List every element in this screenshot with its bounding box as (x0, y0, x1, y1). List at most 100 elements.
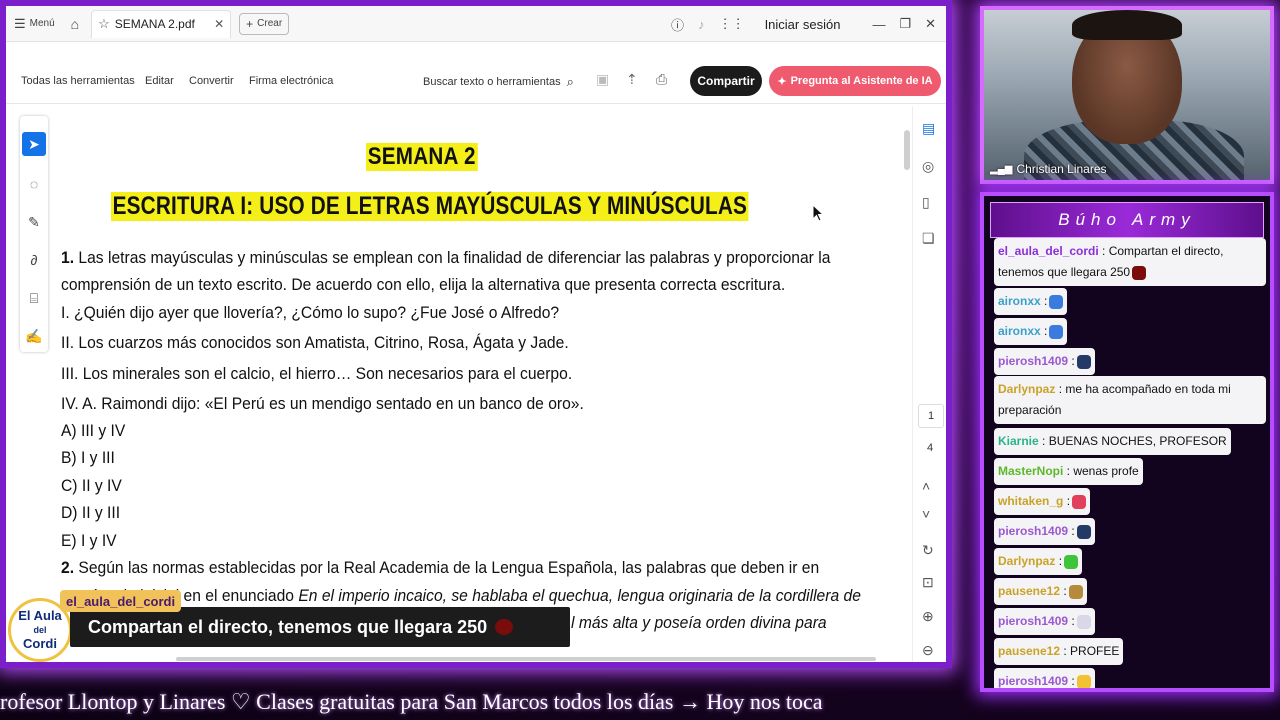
zoom-in-icon[interactable]: ⊕ (922, 608, 934, 625)
chat-message: pausene12 : PROFEE (994, 638, 1124, 665)
upload-cloud-icon[interactable]: ⇡ (626, 71, 638, 88)
chat-emote-icon (1076, 614, 1091, 629)
chat-text: : (1063, 494, 1071, 508)
chat-username[interactable]: pierosh1409 (998, 674, 1068, 688)
statement-iii: III. Los minerales son el calcio, el hie… (61, 364, 573, 383)
chat-text: : (1068, 524, 1075, 538)
chat-text: : (1040, 294, 1048, 308)
chat-text: : PROFEE (1060, 644, 1120, 658)
create-label: Crear (257, 18, 283, 29)
bell-icon[interactable]: ♪ (698, 17, 705, 32)
close-tab-icon[interactable]: ✕ (214, 17, 224, 31)
home-icon: ⌂ (70, 15, 80, 32)
horizontal-scrollbar[interactable] (176, 657, 876, 661)
help-icon[interactable]: ⓘ (671, 15, 684, 34)
pen-tool-icon[interactable]: ✎ (22, 210, 46, 234)
chat-username[interactable]: aironxx (998, 294, 1041, 308)
chat-message: aironxx : (994, 318, 1068, 345)
ai-summary-icon[interactable]: ▤ (922, 120, 935, 137)
chat-panel: Búho Army el_aula_del_cordi : Compartan … (980, 192, 1274, 692)
select-tool-icon[interactable]: ➤ (22, 132, 46, 156)
menu-button[interactable]: ☰ Menú (14, 16, 55, 32)
create-button[interactable]: + Crear (239, 12, 290, 35)
signin-link[interactable]: Iniciar sesión (765, 17, 841, 32)
tab-document[interactable]: ☆ SEMANA 2.pdf ✕ (91, 9, 232, 38)
esign-link[interactable]: Firma electrónica (249, 75, 333, 87)
comments-icon[interactable]: ◎ (922, 158, 934, 175)
chat-username[interactable]: pierosh1409 (998, 524, 1068, 538)
save-icon[interactable]: ▣ (596, 71, 609, 88)
chat-message: Darlynpaz : (994, 548, 1083, 575)
edit-link[interactable]: Editar (145, 75, 174, 87)
ai-assistant-button[interactable]: ✦ Pregunta al Asistente de IA (769, 66, 941, 96)
page-number-input[interactable]: 1 (918, 404, 944, 428)
tab-bar: ☰ Menú ⌂ ☆ SEMANA 2.pdf ✕ + Crear ⓘ ♪ ⋮⋮… (6, 6, 946, 42)
chat-emote-icon (1076, 524, 1091, 539)
red-emoji-icon (495, 619, 514, 635)
signal-bars-icon: ▂▄▆ (990, 163, 1013, 175)
chat-username[interactable]: el_aula_del_cordi (998, 244, 1099, 258)
close-window-icon[interactable]: ✕ (925, 16, 936, 32)
chat-message: el_aula_del_cordi : Compartan el directo… (994, 238, 1266, 286)
lasso-tool-icon[interactable]: ∂ (22, 248, 46, 272)
comment-tool-icon[interactable]: ◌ (22, 172, 46, 196)
bookmarks-icon[interactable]: ▯ (922, 194, 930, 211)
sparkle-icon: ✦ (777, 75, 787, 88)
chat-username[interactable]: pierosh1409 (998, 614, 1068, 628)
minimize-icon[interactable]: — (872, 17, 885, 32)
search-tools-placeholder: Buscar texto o herramientas (423, 76, 561, 88)
chat-emote-icon (1049, 294, 1064, 309)
chat-emote-icon (1049, 324, 1064, 339)
chat-message: Kiarnie : BUENAS NOCHES, PROFESOR (994, 428, 1231, 455)
vertical-scrollbar[interactable] (904, 130, 910, 170)
chevron-down-icon[interactable]: ˅ (922, 506, 930, 522)
chat-username[interactable]: pausene12 (998, 644, 1060, 658)
chat-text: : (1040, 324, 1048, 338)
right-tool-column: ▤ ◎ ▯ ❏ ˄ ˅ ↻ ⊡ ⊕ ⊖ (912, 106, 946, 662)
answer-a: A) III y IV (61, 421, 126, 440)
search-tools-field[interactable]: Buscar texto o herramientas ⌕ (423, 74, 574, 90)
question-1-line-1: 1. Las letras mayúsculas y minúsculas se… (61, 248, 830, 268)
mouse-cursor-icon (812, 204, 824, 222)
chat-username[interactable]: whitaken_g (998, 494, 1063, 508)
logo-line-2: del (33, 625, 47, 635)
text-select-tool-icon[interactable]: ⌸ (22, 286, 46, 310)
chevron-up-icon[interactable]: ˄ (922, 478, 930, 494)
chat-username[interactable]: Kiarnie (998, 434, 1039, 448)
highlighted-username-text: el_aula_del_cordi (66, 593, 176, 609)
restore-icon[interactable]: ❐ (899, 16, 911, 32)
home-button[interactable]: ⌂ (71, 16, 79, 32)
convert-link[interactable]: Convertir (189, 75, 234, 87)
star-icon[interactable]: ☆ (98, 16, 110, 32)
pages-icon[interactable]: ❏ (922, 230, 935, 247)
page-fit-icon[interactable]: ⊡ (922, 574, 934, 591)
webcam-frame: ▂▄▆ Christian Linares (980, 6, 1274, 184)
signature-tool-icon[interactable]: ✍ (22, 324, 46, 348)
rotate-icon[interactable]: ↻ (922, 542, 934, 559)
chat-username[interactable]: MasterNopi (998, 464, 1063, 478)
chat-username[interactable]: aironxx (998, 324, 1041, 338)
question-2-line-3: l más alta y poseía orden divina para (571, 613, 827, 633)
plus-icon: + (246, 16, 254, 31)
all-tools-link[interactable]: Todas las herramientas (21, 75, 135, 87)
chat-username[interactable]: pausene12 (998, 584, 1060, 598)
chat-username[interactable]: Darlynpaz (998, 382, 1055, 396)
highlighted-chat-username: el_aula_del_cordi (60, 590, 182, 612)
logo-line-1: El Aula (18, 608, 62, 623)
chat-emote-icon (1076, 354, 1091, 369)
browser-window: ☰ Menú ⌂ ☆ SEMANA 2.pdf ✕ + Crear ⓘ ♪ ⋮⋮… (6, 6, 946, 662)
chat-text: : (1068, 614, 1075, 628)
answer-e: E) I y IV (61, 531, 117, 550)
webcam-name-tag: ▂▄▆ Christian Linares (990, 162, 1107, 176)
search-icon: ⌕ (566, 74, 574, 89)
chat-username[interactable]: Darlynpaz (998, 554, 1055, 568)
apps-grid-icon[interactable]: ⋮⋮ (719, 16, 745, 32)
print-icon[interactable]: ⎙ (656, 71, 667, 88)
tool-rail: ➤ ◌ ✎ ∂ ⌸ ✍ (20, 116, 48, 352)
document-title: SEMANA 2 (366, 143, 478, 171)
document-subtitle: ESCRITURA I: USO DE LETRAS MAYÚSCULAS Y … (111, 192, 749, 221)
share-button[interactable]: Compartir (690, 66, 762, 96)
bottom-ticker: rofesor Llontop y Linares ♡ Clases gratu… (0, 689, 823, 714)
chat-username[interactable]: pierosh1409 (998, 354, 1068, 368)
zoom-out-icon[interactable]: ⊖ (922, 642, 934, 659)
